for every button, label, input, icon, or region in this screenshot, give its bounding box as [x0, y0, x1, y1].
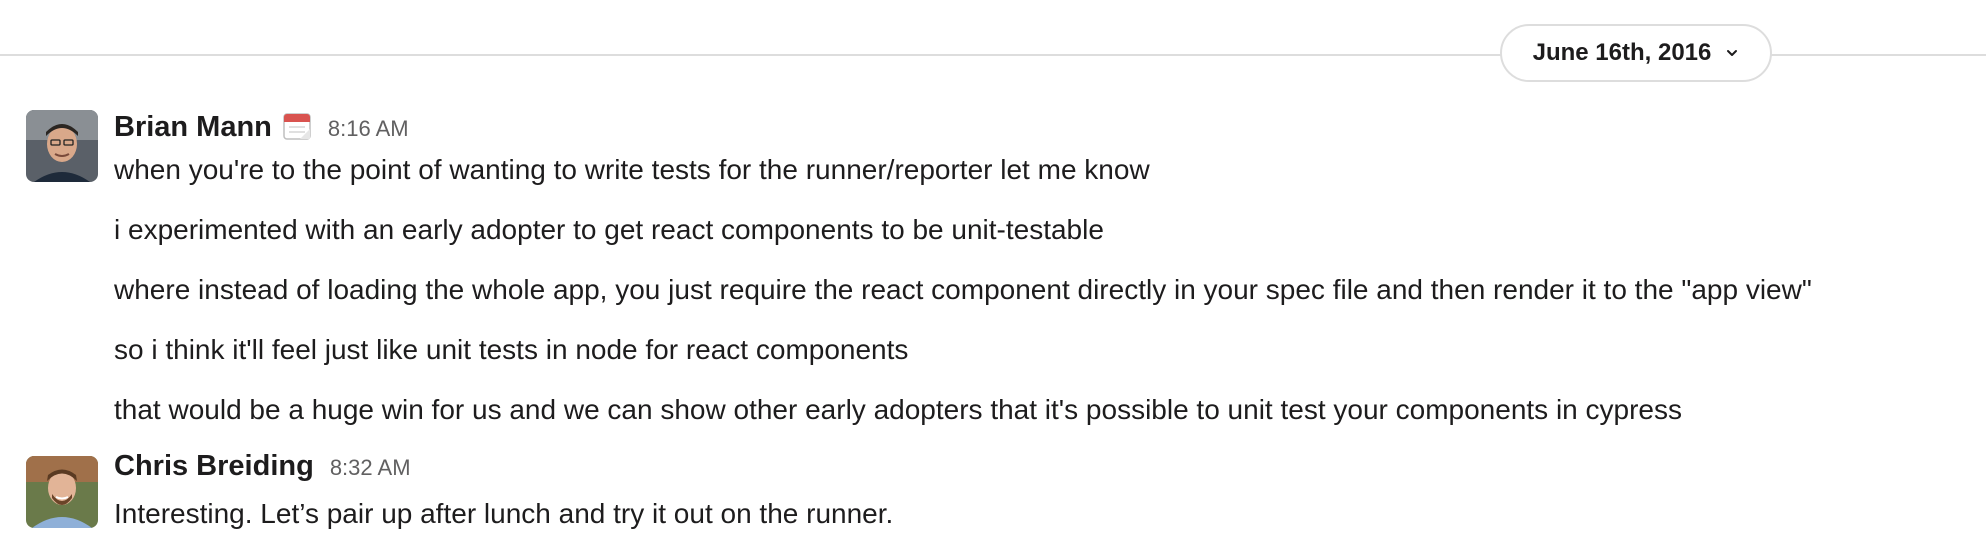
message-text: that would be a huge win for us and we c… — [114, 394, 1682, 425]
message-text: so i think it'll feel just like unit tes… — [114, 334, 909, 365]
avatar[interactable] — [26, 456, 98, 528]
sender-name[interactable]: Brian Mann — [114, 111, 272, 144]
message-timestamp[interactable]: 8:16 AM — [328, 116, 409, 142]
sender-name[interactable]: Chris Breiding — [114, 450, 314, 483]
message-header: Brian Mann 8:16 AM — [114, 106, 409, 146]
date-divider: June 16th, 2016 — [0, 0, 1986, 110]
date-label: June 16th, 2016 — [1532, 39, 1712, 66]
avatar[interactable] — [26, 110, 98, 182]
calendar-icon — [283, 113, 311, 140]
chevron-down-icon — [1727, 50, 1738, 56]
message-text: Interesting. Let’s pair up after lunch a… — [114, 498, 894, 529]
message-text: where instead of loading the whole app, … — [114, 274, 1812, 305]
message-text: when you're to the point of wanting to w… — [114, 154, 1150, 185]
date-jump-button[interactable]: June 16th, 2016 — [1500, 24, 1772, 82]
message-text: i experimented with an early adopter to … — [114, 214, 1104, 245]
message-header: Chris Breiding 8:32 AM — [114, 450, 411, 490]
message-timestamp[interactable]: 8:32 AM — [330, 455, 411, 481]
